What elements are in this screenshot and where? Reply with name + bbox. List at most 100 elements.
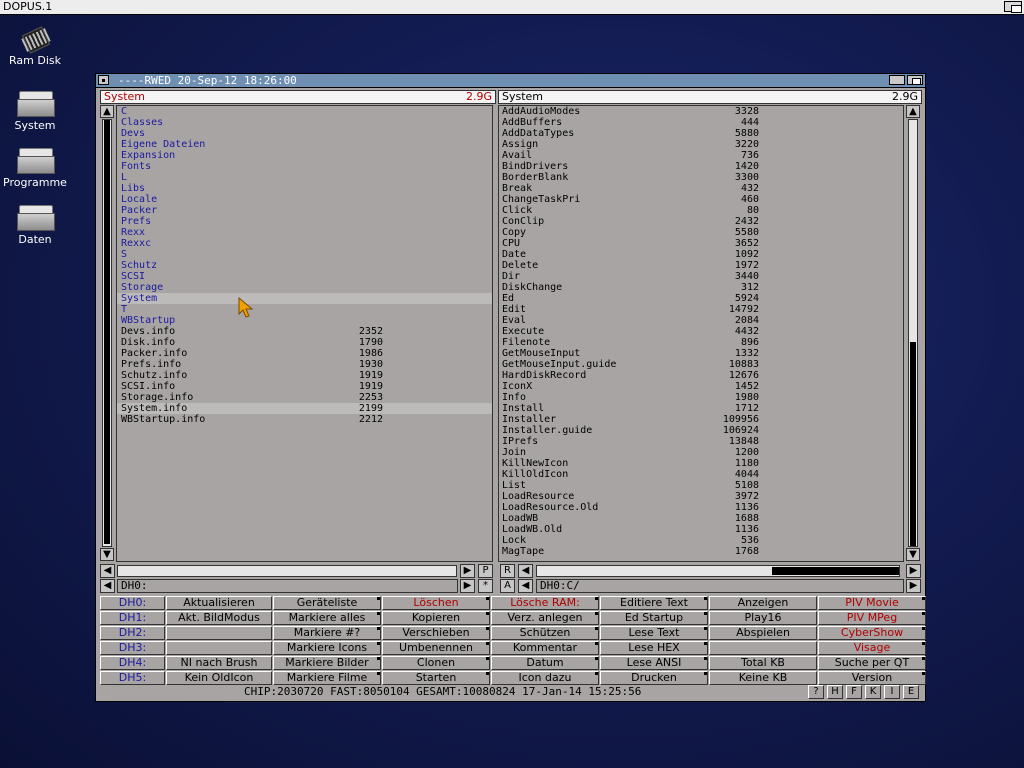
file-entry[interactable]: Info 1980 xyxy=(499,392,903,403)
lister-a-button[interactable]: A xyxy=(500,579,515,593)
file-entry[interactable]: Dir 3440 xyxy=(499,271,903,282)
directory-entry[interactable]: Storage xyxy=(117,282,492,293)
file-entry[interactable]: Install 1712 xyxy=(499,403,903,414)
directory-entry[interactable]: C xyxy=(117,106,492,117)
bank-button-dh1[interactable]: DH1: xyxy=(100,611,165,625)
lister-p-button[interactable]: P xyxy=(478,564,493,578)
file-entry[interactable]: LoadResource 3972 xyxy=(499,491,903,502)
bank-button-akt-bildmodus[interactable]: Akt. BildModus xyxy=(166,611,272,625)
directory-entry[interactable]: Expansion xyxy=(117,150,492,161)
screen-title-bar[interactable]: DOPUS.1 xyxy=(0,0,1024,15)
file-entry[interactable]: Execute 4432 xyxy=(499,326,903,337)
file-entry[interactable]: MagTape 1768 xyxy=(499,546,903,557)
file-entry[interactable]: Edit 14792 xyxy=(499,304,903,315)
status-button-help[interactable]: ? xyxy=(808,685,824,699)
scroll-up-arrow-icon[interactable]: ▲ xyxy=(100,105,114,118)
file-entry[interactable]: Installer 109956 xyxy=(499,414,903,425)
bank-button-markiere-filme[interactable]: Markiere Filme xyxy=(273,671,381,685)
file-entry[interactable]: HardDiskRecord 12676 xyxy=(499,370,903,381)
file-entry[interactable]: WBStartup.info 2212 xyxy=(117,414,492,425)
right-file-list[interactable]: AddAudioModes 3328 AddBuffers 444 AddDataTyp… xyxy=(498,105,904,562)
directory-entry[interactable]: WBStartup xyxy=(117,315,492,326)
scroll-left-arrow-icon[interactable]: ◀ xyxy=(518,564,533,578)
file-entry[interactable]: KillNewIcon 1180 xyxy=(499,458,903,469)
file-entry[interactable]: AddAudioModes 3328 xyxy=(499,106,903,117)
lister-star-button[interactable]: * xyxy=(478,579,493,593)
bank-button-ni-nach-brush[interactable]: NI nach Brush xyxy=(166,656,272,670)
left-vertical-scrollbar[interactable]: ▲ ▼ xyxy=(100,105,116,562)
directory-entry[interactable]: Packer xyxy=(117,205,492,216)
file-entry[interactable]: GetMouseInput 1332 xyxy=(499,348,903,359)
bank-button-drucken[interactable]: Drucken xyxy=(600,671,708,685)
file-entry[interactable]: Join 1200 xyxy=(499,447,903,458)
bank-button-piv-mpeg[interactable]: PIV MPeg xyxy=(818,611,926,625)
bank-button-suche-per-qt[interactable]: Suche per QT xyxy=(818,656,926,670)
bank-button-dh0[interactable]: DH0: xyxy=(100,596,165,610)
window-title-bar[interactable]: ----RWED 20-Sep-12 18:26:00 xyxy=(96,74,925,88)
path-left-arrow-icon[interactable]: ◀ xyxy=(100,579,115,593)
file-entry[interactable]: Prefs.info 1930 xyxy=(117,359,492,370)
close-gadget-icon[interactable] xyxy=(98,75,109,85)
directory-entry[interactable]: Schutz xyxy=(117,260,492,271)
file-entry[interactable]: Devs.info 2352 xyxy=(117,326,492,337)
bank-button-kommentar[interactable]: Kommentar xyxy=(491,641,599,655)
file-entry[interactable]: Delete 1972 xyxy=(499,260,903,271)
file-entry[interactable]: DiskChange 312 xyxy=(499,282,903,293)
bank-button-markiere-bilder[interactable]: Markiere Bilder xyxy=(273,656,381,670)
bank-button-editiere-text[interactable]: Editiere Text xyxy=(600,596,708,610)
path-right-arrow-icon[interactable]: ▶ xyxy=(906,579,921,593)
bank-button-keine-kb[interactable]: Keine KB xyxy=(709,671,817,685)
status-button-i[interactable]: I xyxy=(884,685,900,699)
bank-button-starten[interactable]: Starten xyxy=(382,671,490,685)
bank-button-cybershow[interactable]: CyberShow xyxy=(818,626,926,640)
left-path-field[interactable]: DH0: xyxy=(117,579,458,593)
bank-button-dh5[interactable]: DH5: xyxy=(100,671,165,685)
bank-button-kopieren[interactable]: Kopieren xyxy=(382,611,490,625)
file-entry[interactable]: ConClip 2432 xyxy=(499,216,903,227)
bank-button-ed-startup[interactable]: Ed Startup xyxy=(600,611,708,625)
file-entry[interactable]: IconX 1452 xyxy=(499,381,903,392)
file-entry[interactable]: GetMouseInput.guide 10883 xyxy=(499,359,903,370)
file-entry[interactable]: AddDataTypes 5880 xyxy=(499,128,903,139)
file-entry[interactable]: System.info 2199 xyxy=(117,403,492,414)
bank-button-play16[interactable]: Play16 xyxy=(709,611,817,625)
file-entry[interactable]: Date 1092 xyxy=(499,249,903,260)
bank-button-dh4[interactable]: DH4: xyxy=(100,656,165,670)
bank-button-markiere-alles[interactable]: Markiere alles xyxy=(273,611,381,625)
left-scroll-track[interactable] xyxy=(102,119,112,547)
file-entry[interactable]: ChangeTaskPri 460 xyxy=(499,194,903,205)
file-entry[interactable]: Packer.info 1986 xyxy=(117,348,492,359)
daten-drive-icon-container[interactable]: Daten xyxy=(0,205,70,246)
file-entry[interactable]: SCSI.info 1919 xyxy=(117,381,492,392)
directory-entry[interactable]: System xyxy=(117,293,492,304)
directory-entry[interactable]: Prefs xyxy=(117,216,492,227)
bank-button-piv-movie[interactable]: PIV Movie xyxy=(818,596,926,610)
bank-button-löschen[interactable]: Löschen xyxy=(382,596,490,610)
system-drive-icon-container[interactable]: System xyxy=(0,91,70,132)
bank-button-version[interactable]: Version xyxy=(818,671,926,685)
scroll-up-arrow-icon[interactable]: ▲ xyxy=(906,105,920,118)
file-entry[interactable]: IPrefs 13848 xyxy=(499,436,903,447)
bank-button-visage[interactable]: Visage xyxy=(818,641,926,655)
bank-button-empty[interactable] xyxy=(166,641,272,655)
status-button-e[interactable]: E xyxy=(903,685,919,699)
directory-entry[interactable]: Libs xyxy=(117,183,492,194)
directory-entry[interactable]: Rexxc xyxy=(117,238,492,249)
bank-button-clonen[interactable]: Clonen xyxy=(382,656,490,670)
bank-button-verschieben[interactable]: Verschieben xyxy=(382,626,490,640)
bank-button-empty[interactable] xyxy=(166,626,272,640)
left-horizontal-track[interactable] xyxy=(117,565,457,577)
path-left-arrow-icon[interactable]: ◀ xyxy=(518,579,533,593)
bank-button-datum[interactable]: Datum xyxy=(491,656,599,670)
file-entry[interactable]: Assign 3220 xyxy=(499,139,903,150)
file-entry[interactable]: Avail 736 xyxy=(499,150,903,161)
bank-button-aktualisieren[interactable]: Aktualisieren xyxy=(166,596,272,610)
scroll-right-arrow-icon[interactable]: ▶ xyxy=(460,564,475,578)
bank-button-lösche-ram[interactable]: Lösche RAM: xyxy=(491,596,599,610)
directory-entry[interactable]: Fonts xyxy=(117,161,492,172)
file-entry[interactable]: Copy 5580 xyxy=(499,227,903,238)
right-scroll-track[interactable] xyxy=(908,119,918,547)
file-entry[interactable]: Schutz.info 1919 xyxy=(117,370,492,381)
left-scroll-thumb[interactable] xyxy=(104,120,110,544)
directory-entry[interactable]: Rexx xyxy=(117,227,492,238)
